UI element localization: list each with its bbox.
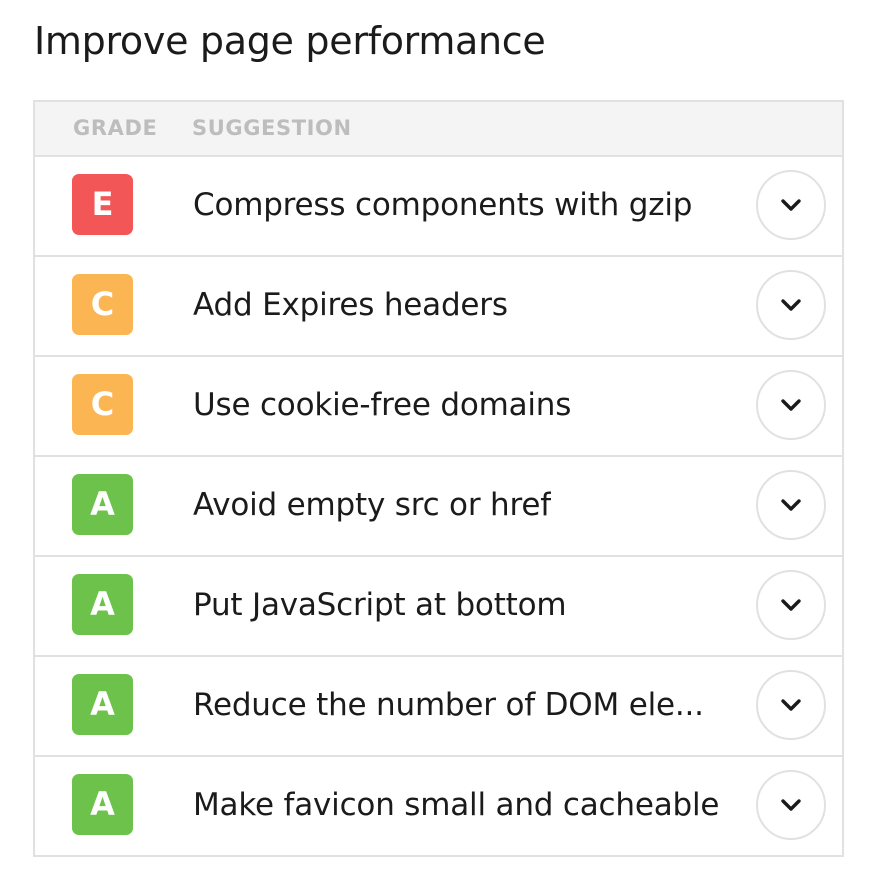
expand-button[interactable] <box>756 170 826 240</box>
suggestion-text: Make favicon small and cacheable <box>193 787 720 823</box>
chevron-down-icon <box>781 699 801 711</box>
expand-button[interactable] <box>756 570 826 640</box>
table-header: GRADE SUGGESTION <box>35 102 842 157</box>
suggestions-table: GRADE SUGGESTION E Compress components w… <box>33 100 844 857</box>
chevron-down-icon <box>781 499 801 511</box>
expand-button[interactable] <box>756 370 826 440</box>
grade-badge: A <box>72 774 133 835</box>
grade-badge: A <box>72 474 133 535</box>
suggestion-text: Put JavaScript at bottom <box>193 587 567 623</box>
expand-button[interactable] <box>756 770 826 840</box>
suggestion-column-header: SUGGESTION <box>192 116 352 140</box>
grade-column-header: GRADE <box>73 116 158 140</box>
table-row: E Compress components with gzip <box>35 157 842 257</box>
table-row: A Make favicon small and cacheable <box>35 757 842 855</box>
grade-badge: C <box>72 274 133 335</box>
chevron-down-icon <box>781 799 801 811</box>
suggestion-text: Add Expires headers <box>193 287 508 323</box>
grade-badge: C <box>72 374 133 435</box>
suggestion-text: Use cookie-free domains <box>193 387 572 423</box>
expand-button[interactable] <box>756 670 826 740</box>
grade-badge: E <box>72 174 133 235</box>
suggestion-text: Compress components with gzip <box>193 187 693 223</box>
expand-button[interactable] <box>756 470 826 540</box>
table-row: C Add Expires headers <box>35 257 842 357</box>
table-row: A Avoid empty src or href <box>35 457 842 557</box>
chevron-down-icon <box>781 299 801 311</box>
grade-badge: A <box>72 574 133 635</box>
table-row: C Use cookie-free domains <box>35 357 842 457</box>
expand-button[interactable] <box>756 270 826 340</box>
chevron-down-icon <box>781 599 801 611</box>
chevron-down-icon <box>781 399 801 411</box>
table-row: A Put JavaScript at bottom <box>35 557 842 657</box>
suggestion-text: Avoid empty src or href <box>193 487 551 523</box>
page-title: Improve page performance <box>34 19 546 63</box>
table-row: A Reduce the number of DOM ele... <box>35 657 842 757</box>
chevron-down-icon <box>781 199 801 211</box>
suggestion-text: Reduce the number of DOM ele... <box>193 687 704 723</box>
grade-badge: A <box>72 674 133 735</box>
